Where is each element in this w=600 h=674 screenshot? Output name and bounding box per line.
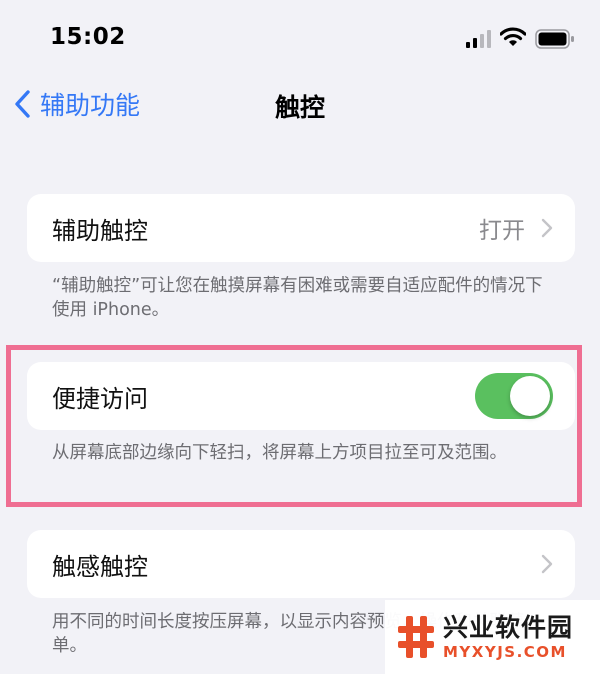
haptic-touch-label: 触感触控 <box>52 552 148 581</box>
battery-icon <box>535 29 574 49</box>
highlight-frame <box>6 345 582 507</box>
assistive-touch-label: 辅助触控 <box>52 216 148 245</box>
watermark-title: 兴业软件园 <box>443 613 574 642</box>
assistive-touch-footnote: “辅助触控”可让您在触摸屏幕有困难或需要自适应配件的情况下使用 iPhone。 <box>52 276 543 320</box>
watermark-url: MYXYJS.COM <box>443 643 567 661</box>
assistive-touch-value: 打开 <box>479 218 525 244</box>
cellular-signal-icon <box>466 30 491 48</box>
hash-logo-icon <box>398 616 434 658</box>
chevron-right-icon <box>541 218 553 238</box>
watermark: 兴业软件园 MYXYJS.COM <box>385 600 600 674</box>
chevron-right-icon <box>541 554 553 574</box>
status-time: 15:02 <box>50 24 126 50</box>
status-bar: 15:02 <box>0 22 600 58</box>
assistive-touch-row[interactable]: 辅助触控 打开 <box>27 194 575 262</box>
touch-settings-screen: 15:02 辅助功能 触控 辅助触控 打开 “辅助触控”可让您在触摸屏幕有困难或… <box>0 0 600 674</box>
haptic-touch-row[interactable]: 触感触控 <box>27 530 575 598</box>
page-title: 触控 <box>274 93 325 122</box>
wifi-icon <box>500 27 526 46</box>
